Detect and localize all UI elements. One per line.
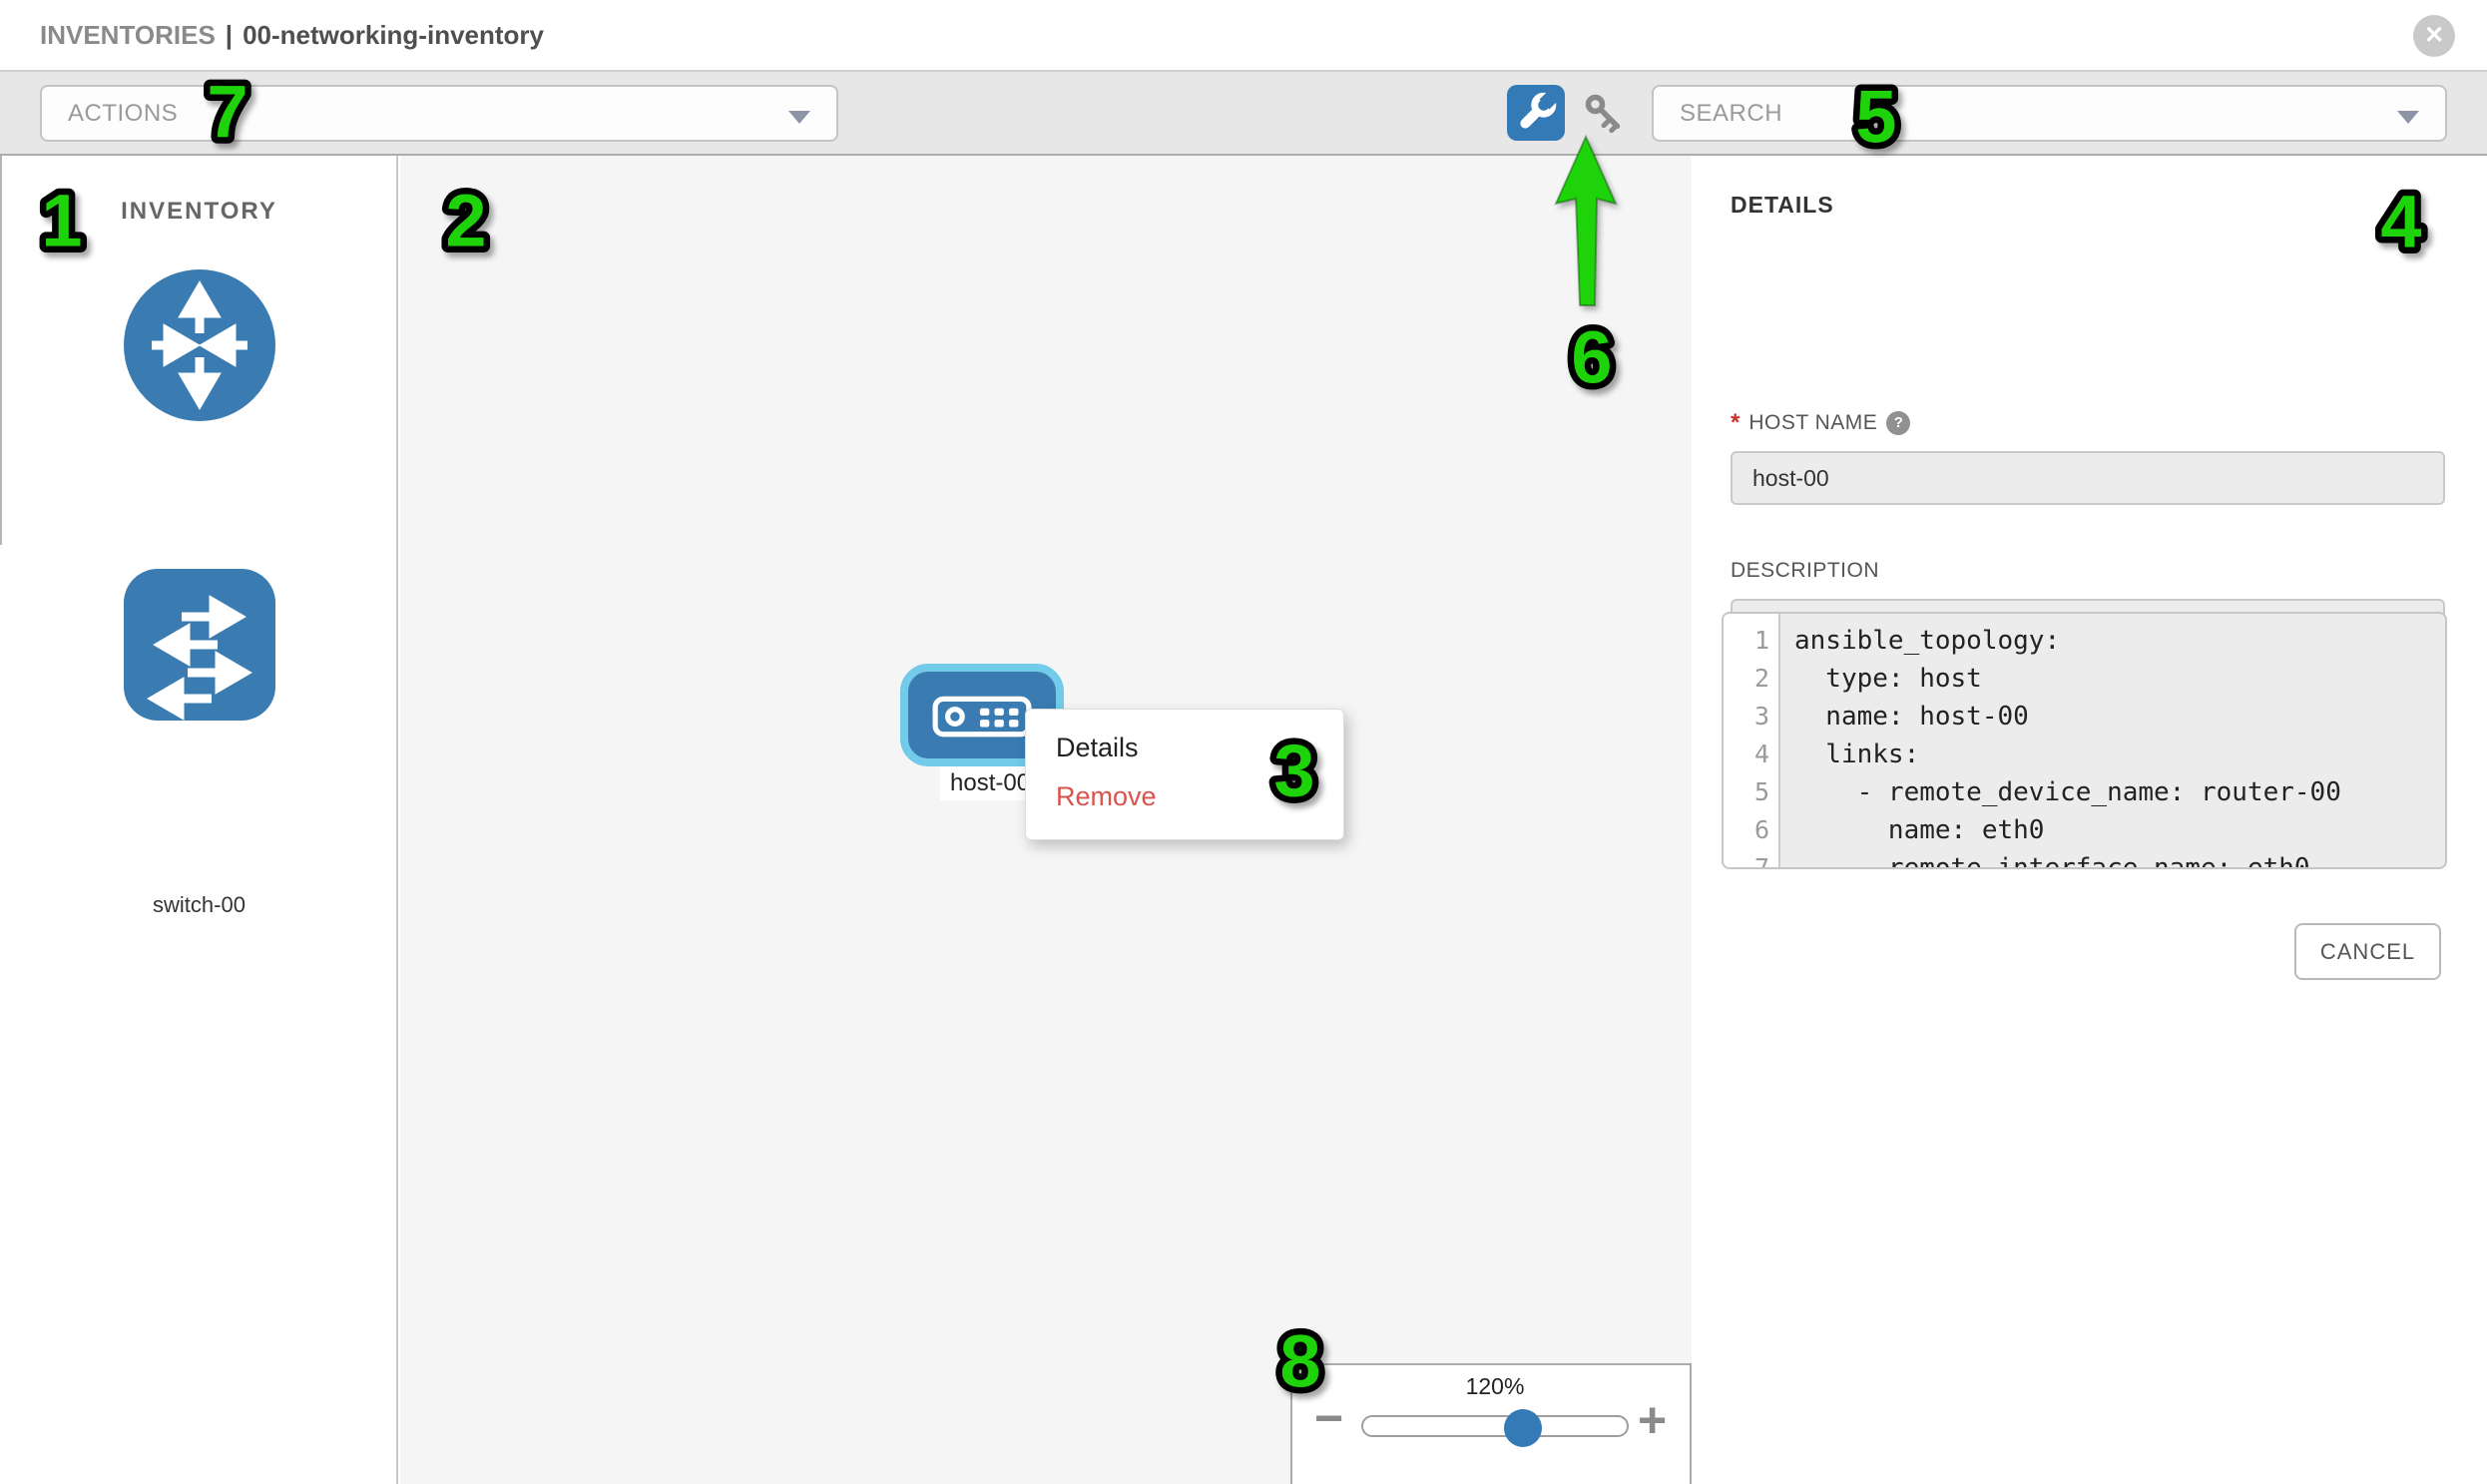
- sidebar-item-router[interactable]: [124, 269, 275, 421]
- inventory-sidebar: INVENTORY router-00: [0, 156, 398, 1484]
- zoom-out-button[interactable]: −: [1314, 1389, 1343, 1447]
- switch-label: switch-00: [0, 892, 398, 918]
- cancel-button[interactable]: CANCEL: [2294, 923, 2441, 980]
- context-menu-item-details[interactable]: Details: [1026, 724, 1343, 772]
- search-placeholder: SEARCH: [1654, 100, 1782, 128]
- actions-dropdown-label: ACTIONS: [42, 100, 178, 128]
- description-label: DESCRIPTION: [1731, 559, 1879, 583]
- zoom-slider[interactable]: [1361, 1415, 1629, 1437]
- variables-code-editor[interactable]: 1 2 3 4 5 6 7 ansible_topology: type: ho…: [1722, 612, 2447, 869]
- breadcrumb-separator: |: [216, 20, 243, 50]
- description-label-row: DESCRIPTION: [1731, 559, 1879, 583]
- actions-dropdown[interactable]: ACTIONS: [40, 85, 838, 142]
- switch-icon: [124, 569, 275, 721]
- host-name-label-row: * HOST NAME ?: [1731, 409, 1910, 437]
- router-icon: [124, 269, 275, 421]
- zoom-control-panel: 120% − +: [1290, 1363, 1692, 1484]
- breadcrumb: INVENTORIES|00-networking-inventory: [40, 0, 544, 70]
- page-header: INVENTORIES|00-networking-inventory ✕: [0, 0, 2487, 72]
- chevron-down-icon: [788, 111, 810, 124]
- breadcrumb-section: INVENTORIES: [40, 20, 216, 50]
- host-icon: [932, 693, 1032, 739]
- help-icon[interactable]: ?: [1886, 411, 1910, 435]
- host-name-field[interactable]: [1731, 451, 2445, 505]
- node-context-menu: Details Remove: [1025, 709, 1344, 840]
- zoom-slider-handle[interactable]: [1504, 1409, 1542, 1447]
- details-heading: DETAILS: [1731, 192, 1834, 219]
- editor-line-numbers: 1 2 3 4 5 6 7: [1724, 614, 1780, 867]
- chevron-down-icon: [2397, 111, 2419, 124]
- editor-code-area[interactable]: ansible_topology: type: host name: host-…: [1780, 614, 2445, 867]
- zoom-in-button[interactable]: +: [1638, 1391, 1667, 1449]
- inventory-topology-page: INVENTORIES|00-networking-inventory ✕ AC…: [0, 0, 2487, 1484]
- zoom-level-label: 120%: [1361, 1373, 1629, 1400]
- key-icon: [1580, 89, 1628, 137]
- host-name-label: HOST NAME: [1748, 411, 1877, 435]
- topology-canvas: host-00 Details Remove 120% − +: [400, 156, 1692, 1484]
- required-marker: *: [1731, 409, 1740, 437]
- sidebar-item-switch[interactable]: [124, 569, 275, 721]
- tools-button[interactable]: [1507, 85, 1565, 141]
- inventory-heading: INVENTORY: [0, 198, 398, 226]
- close-icon: ✕: [2424, 22, 2444, 49]
- key-button[interactable]: [1580, 89, 1628, 137]
- details-panel: DETAILS * HOST NAME ? DESCRIPTION VARIAB…: [1694, 156, 2487, 1484]
- search-dropdown[interactable]: SEARCH: [1652, 85, 2447, 142]
- context-menu-item-remove[interactable]: Remove: [1026, 772, 1343, 821]
- breadcrumb-inventory-name: 00-networking-inventory: [243, 20, 544, 50]
- close-button[interactable]: ✕: [2413, 15, 2455, 57]
- wrench-icon: [1512, 89, 1560, 137]
